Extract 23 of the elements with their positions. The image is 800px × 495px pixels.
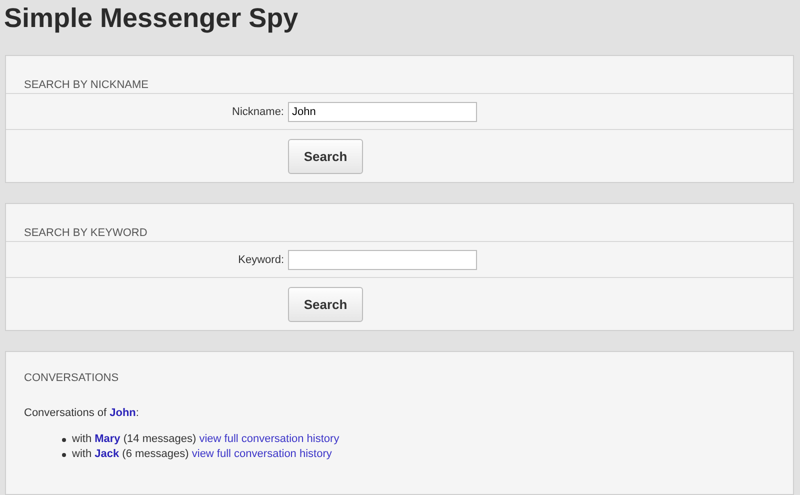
with-text: with	[72, 432, 92, 447]
search-button[interactable]: Search	[288, 138, 363, 174]
history-link[interactable]: view full conversation history	[199, 432, 340, 447]
section-heading: SEARCH BY KEYWORD	[24, 227, 148, 239]
history-link[interactable]: view full conversation history	[192, 447, 332, 462]
intro-text: Conversations of	[24, 407, 107, 419]
section-heading: SEARCH BY NICKNAME	[24, 79, 148, 91]
colon-text: :	[136, 407, 139, 419]
input-field[interactable]: John	[288, 102, 477, 122]
search-button[interactable]: Search	[288, 286, 363, 322]
field-label: Keyword:	[237, 254, 285, 266]
field-label: Nickname:	[231, 106, 285, 118]
with-text: with	[72, 447, 92, 462]
bullet-icon	[62, 438, 66, 442]
contact-link[interactable]: Jack	[94, 447, 120, 462]
page-title: Simple Messenger Spy	[3, 2, 300, 35]
input-field[interactable]	[288, 250, 477, 270]
bullet-icon	[62, 452, 66, 456]
section-heading: CONVERSATIONS	[24, 372, 120, 384]
user-link[interactable]: John	[110, 407, 136, 419]
message-count: (6 messages)	[122, 447, 189, 462]
contact-link[interactable]: Mary	[94, 432, 120, 447]
message-count: (14 messages)	[123, 432, 196, 447]
